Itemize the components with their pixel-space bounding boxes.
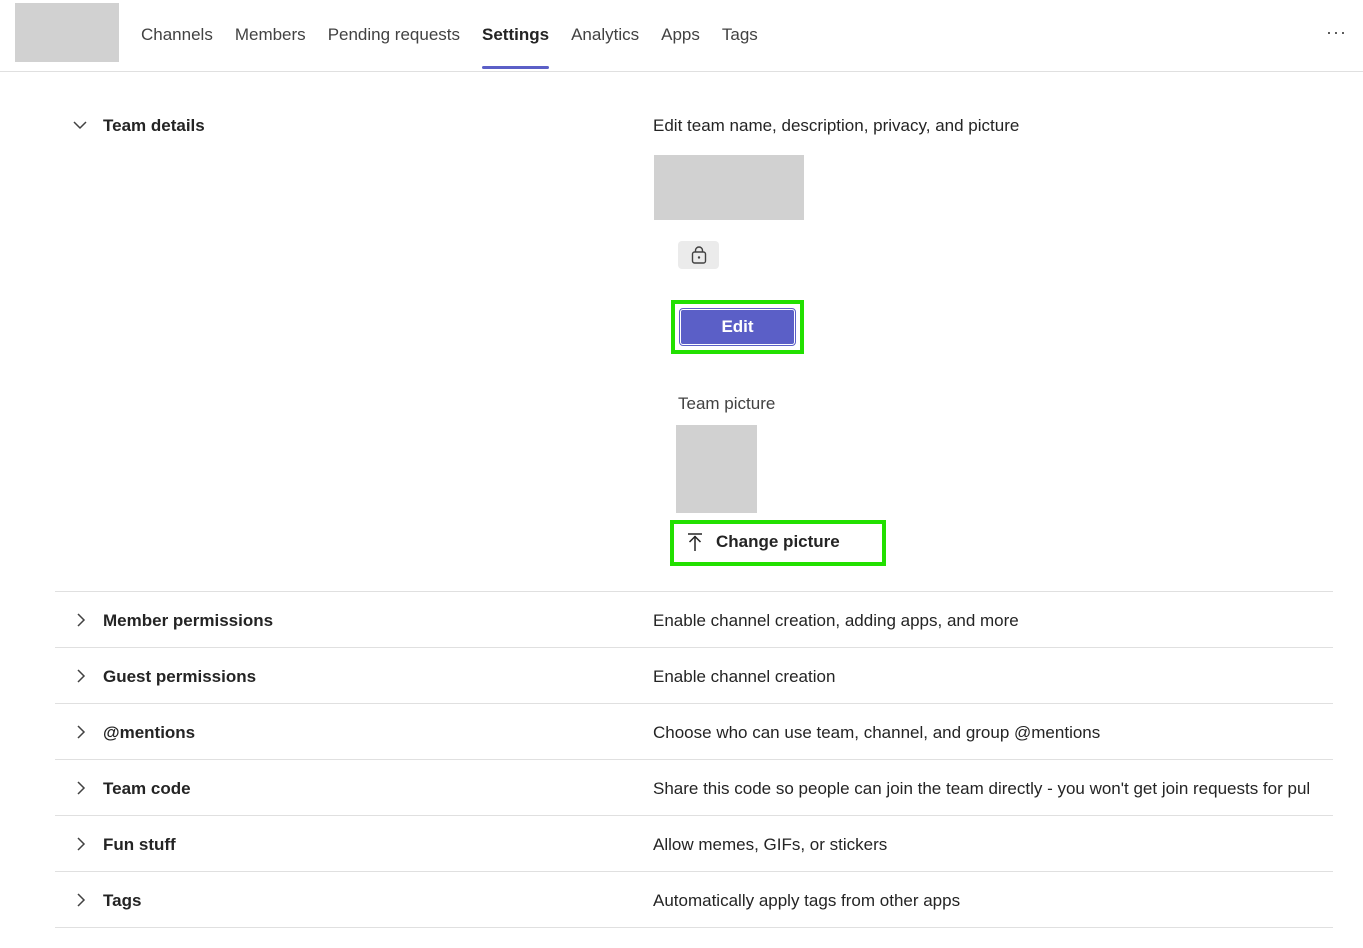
chevron-right-icon[interactable] (74, 837, 88, 851)
divider (55, 703, 1333, 704)
privacy-badge (678, 241, 719, 269)
section-title-fun-stuff[interactable]: Fun stuff (103, 835, 176, 855)
tab-settings[interactable]: Settings (482, 0, 550, 71)
section-description-guest-permissions: Enable channel creation (653, 667, 836, 686)
section-description-mentions: Choose who can use team, channel, and gr… (653, 723, 1101, 742)
chevron-right-icon[interactable] (74, 613, 88, 627)
edit-team-button[interactable]: Edit (679, 308, 796, 346)
section-title-member-permissions[interactable]: Member permissions (103, 611, 273, 631)
divider (55, 927, 1333, 928)
chevron-right-icon[interactable] (74, 725, 88, 739)
lock-icon (691, 246, 706, 264)
change-picture-label: Change picture (716, 532, 840, 551)
divider (55, 759, 1333, 760)
chevron-down-icon[interactable] (73, 118, 87, 132)
tab-tags[interactable]: Tags (722, 0, 758, 71)
chevron-right-icon[interactable] (74, 893, 88, 907)
team-banner-image (654, 155, 804, 220)
section-description-fun-stuff: Allow memes, GIFs, or stickers (653, 835, 888, 854)
chevron-right-icon[interactable] (74, 669, 88, 683)
team-picture-label: Team picture (678, 394, 776, 413)
tab-channels[interactable]: Channels (141, 0, 213, 71)
divider (55, 591, 1333, 592)
team-avatar[interactable] (15, 3, 119, 62)
chevron-right-icon[interactable] (74, 781, 88, 795)
tab-pending-requests[interactable]: Pending requests (328, 0, 460, 71)
divider (55, 815, 1333, 816)
section-title-guest-permissions[interactable]: Guest permissions (103, 667, 256, 687)
team-picture (676, 425, 757, 513)
divider (55, 647, 1333, 648)
more-icon: ··· (1326, 22, 1347, 42)
section-description-member-permissions: Enable channel creation, adding apps, an… (653, 611, 1019, 630)
section-title-tags[interactable]: Tags (103, 891, 141, 911)
divider (55, 871, 1333, 872)
section-description-tags: Automatically apply tags from other apps (653, 891, 961, 910)
section-description-team-code: Share this code so people can join the t… (653, 779, 1311, 798)
change-picture-button[interactable]: Change picture (686, 529, 840, 555)
tab-apps[interactable]: Apps (661, 0, 700, 71)
top-navigation-bar: Channels Members Pending requests Settin… (0, 0, 1363, 72)
section-title-team-details[interactable]: Team details (103, 116, 205, 136)
section-description-team-details: Edit team name, description, privacy, an… (653, 116, 1020, 135)
tab-members[interactable]: Members (235, 0, 306, 71)
upload-icon (688, 533, 702, 551)
tab-list: Channels Members Pending requests Settin… (141, 0, 780, 71)
section-title-mentions[interactable]: @mentions (103, 723, 195, 743)
tab-analytics[interactable]: Analytics (571, 0, 639, 71)
section-title-team-code[interactable]: Team code (103, 779, 191, 799)
more-options-button[interactable]: ··· (1326, 22, 1347, 43)
